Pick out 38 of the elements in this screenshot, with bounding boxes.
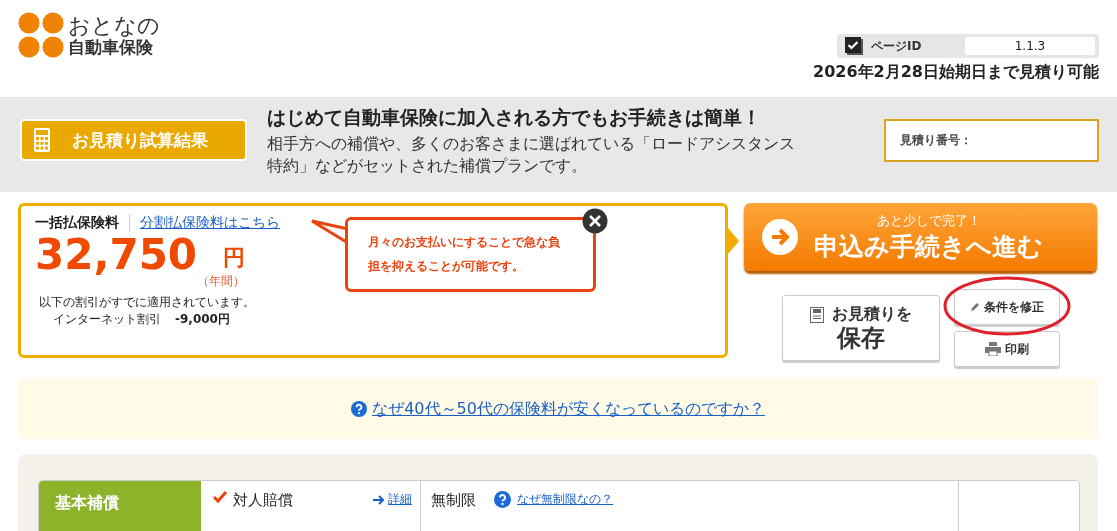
check-icon [213, 491, 227, 503]
lump-sum-label: 一括払保険料 [35, 214, 130, 232]
currency-unit: 円 [223, 244, 246, 272]
detail-link[interactable]: 詳細 [373, 491, 412, 508]
tooltip-text: 月々のお支払いにすることで急な負担を抑えることが可能です。 [368, 235, 560, 273]
page-id-value: 1.1.3 [965, 37, 1095, 55]
save-quote-button[interactable]: お見積りを 保存 [782, 295, 940, 361]
plan-description: 相手方への補償や、多くのお客さまに選ばれている「ロードアシスタンス特約」などがセットされた補償プランです。 [267, 133, 796, 177]
help-link[interactable]: なぜ無制限なの？ [517, 491, 613, 508]
badge-label: お見積り試算結果 [72, 128, 208, 152]
logo-subtitle: 自動車保険 [68, 37, 154, 57]
arrow-right-icon [762, 219, 798, 255]
discount-note: 以下の割引がすでに適用されています。 [38, 294, 256, 311]
installment-link[interactable]: 分割払保険料はこちら [140, 214, 280, 232]
logo-icon [18, 12, 64, 58]
print-button[interactable]: 印刷 [954, 331, 1060, 367]
quote-deadline: 2026年2月28日始期日まで見積り可能 [813, 62, 1099, 83]
printer-icon [985, 342, 1001, 356]
quote-number-label: 見積り番号： [900, 132, 972, 149]
checkbox-icon [845, 37, 863, 55]
arrow-right-icon [373, 494, 384, 505]
coverage-name: 対人賠償 [233, 491, 293, 510]
discount-name: インターネット割引 [53, 311, 161, 328]
calculator-icon [34, 128, 50, 152]
discount-amount: -9,000円 [175, 311, 230, 328]
headline: はじめて自動車保険に加入される方でもお手続きは簡単！ [267, 105, 762, 130]
period-label: （年間） [197, 273, 246, 290]
coverage-value: 無制限 [431, 491, 476, 510]
help-icon [351, 401, 368, 417]
close-icon[interactable] [582, 208, 608, 234]
page-id-label: ページID [871, 37, 923, 55]
edit-conditions-button[interactable]: 条件を修正 [954, 289, 1060, 325]
help-icon [494, 491, 511, 508]
section-header: 基本補償 [39, 481, 201, 531]
pencil-icon [970, 302, 980, 312]
premium-amount: 32,750 [35, 234, 198, 276]
logo-text: おとなの [68, 13, 160, 38]
age-premium-link[interactable]: なぜ40代～50代の保険料が安くなっているのですか？ [372, 398, 765, 420]
